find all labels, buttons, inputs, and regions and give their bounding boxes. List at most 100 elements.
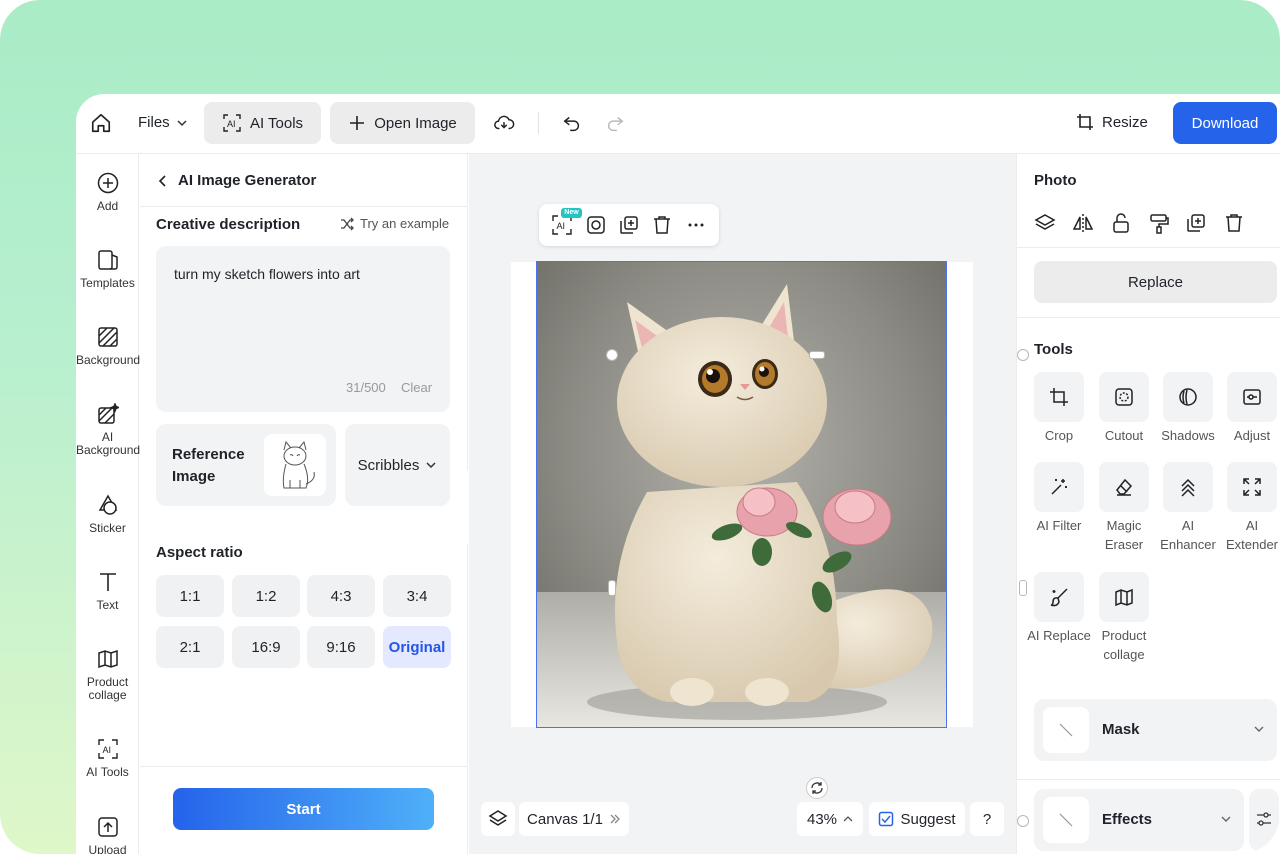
chevron-down-icon xyxy=(1254,726,1264,732)
text-icon xyxy=(99,573,116,591)
more-icon[interactable] xyxy=(685,214,707,236)
open-image-button[interactable]: Open Image xyxy=(330,102,475,144)
rail-label-ai-tools: AI Tools xyxy=(86,765,129,779)
rotate-icon xyxy=(811,782,823,794)
replace-button[interactable]: Replace xyxy=(1034,261,1277,303)
enhance-icon xyxy=(1181,478,1195,497)
mask-accordion[interactable]: Mask xyxy=(1034,699,1277,761)
ai-image-generator-panel: AI Image Generator Creative description … xyxy=(140,154,468,854)
rail-item-ai-background[interactable]: AI Background xyxy=(76,403,140,457)
layers-icon[interactable] xyxy=(1034,212,1056,234)
rail-label-sticker: Sticker xyxy=(89,521,126,535)
rail-label-product-collage: Product collage xyxy=(86,675,129,702)
tool-magic-eraser[interactable]: Magic Eraser xyxy=(1091,462,1157,554)
layers-button[interactable] xyxy=(481,802,515,836)
ratio-option[interactable]: 9:16 xyxy=(307,626,375,668)
rail-item-background[interactable]: Background xyxy=(76,326,140,367)
background-icon xyxy=(97,327,118,347)
tool-label: Product collage xyxy=(1101,628,1147,662)
rail-item-product-collage[interactable]: Product collage xyxy=(76,648,139,702)
home-icon[interactable] xyxy=(90,112,112,134)
rail-item-add[interactable]: Add xyxy=(76,172,139,213)
panel-back-button[interactable]: AI Image Generator xyxy=(158,172,316,189)
reference-thumbnail[interactable] xyxy=(264,434,326,496)
effects-accordion[interactable]: Effects xyxy=(1034,789,1244,851)
ratio-option[interactable]: 1:1 xyxy=(156,575,224,617)
tool-ai-extender[interactable]: AI Extender xyxy=(1219,462,1280,554)
product-collage-icon xyxy=(1115,588,1133,607)
tool-product-collage-box xyxy=(1099,572,1149,622)
start-button[interactable]: Start xyxy=(173,788,434,830)
tool-crop[interactable]: Crop xyxy=(1026,372,1092,445)
rotate-button[interactable] xyxy=(806,777,828,799)
unlock-icon[interactable] xyxy=(1110,212,1132,234)
tool-cutout[interactable]: Cutout xyxy=(1091,372,1157,445)
description-textarea[interactable]: turn my sketch flowers into art 31/500 C… xyxy=(156,246,450,412)
panel-footer-divider xyxy=(140,766,468,767)
duplicate-icon[interactable] xyxy=(1185,212,1207,234)
ai-tools-button[interactable]: AI AI Tools xyxy=(204,102,321,144)
trash-icon[interactable] xyxy=(651,214,673,236)
ratio-option[interactable]: 16:9 xyxy=(232,626,300,668)
rail-item-ai-tools[interactable]: AI AI Tools xyxy=(76,738,139,779)
rail-item-upload[interactable]: Upload xyxy=(76,816,139,854)
scribbles-dropdown[interactable]: Scribbles xyxy=(345,424,450,506)
reference-image-picker[interactable]: Reference Image xyxy=(156,424,336,506)
description-text[interactable]: turn my sketch flowers into art xyxy=(174,266,360,282)
ratio-option[interactable]: 2:1 xyxy=(156,626,224,668)
resize-button[interactable]: Resize xyxy=(1076,113,1148,131)
svg-text:AI: AI xyxy=(102,745,111,755)
trash-icon[interactable] xyxy=(1223,212,1245,234)
rail-label-text: Text xyxy=(96,598,119,612)
ratio-option[interactable]: 3:4 xyxy=(383,575,451,617)
tool-adjust[interactable]: Adjust xyxy=(1219,372,1280,445)
flip-icon[interactable] xyxy=(1072,212,1094,234)
resize-handle-top[interactable] xyxy=(809,351,825,359)
ratio-option-selected[interactable]: Original xyxy=(383,626,451,668)
rail-item-text[interactable]: Text xyxy=(76,571,139,612)
tool-product-collage[interactable]: Product collage xyxy=(1091,572,1157,664)
help-button[interactable]: ? xyxy=(970,802,1004,836)
ai-tools-icon: AI xyxy=(97,739,118,759)
upload-icon xyxy=(97,817,118,837)
download-button[interactable]: Download xyxy=(1173,102,1277,144)
suggest-icon xyxy=(879,811,894,827)
zoom-dropdown[interactable]: 43% xyxy=(797,802,863,836)
ai-background-icon xyxy=(97,403,119,424)
effects-label: Effects xyxy=(1102,811,1153,828)
duplicate-icon[interactable] xyxy=(618,214,640,236)
suggest-label: Suggest xyxy=(900,810,956,828)
clear-button[interactable]: Clear xyxy=(401,380,432,395)
ratio-option[interactable]: 4:3 xyxy=(307,575,375,617)
redo-icon[interactable] xyxy=(604,112,626,134)
effects-settings-button[interactable] xyxy=(1249,789,1279,851)
properties-panel: Photo Replace Tools Crop Cutout Shadows … xyxy=(1016,154,1280,854)
tool-ai-enhancer[interactable]: AI Enhancer xyxy=(1155,462,1221,554)
tool-cutout-box xyxy=(1099,372,1149,422)
plus-icon xyxy=(350,116,365,130)
chevron-down-icon xyxy=(426,462,436,469)
canvas-pages-button[interactable]: Canvas 1/1 xyxy=(519,802,629,836)
rail-item-sticker[interactable]: Sticker xyxy=(76,494,139,535)
ratio-option[interactable]: 1:2 xyxy=(232,575,300,617)
tool-shadows[interactable]: Shadows xyxy=(1155,372,1221,445)
rail-item-templates[interactable]: Templates xyxy=(76,249,139,290)
files-menu[interactable]: Files xyxy=(138,114,188,131)
start-label: Start xyxy=(286,800,321,818)
templates-icon xyxy=(97,250,118,270)
tool-ai-filter[interactable]: AI Filter xyxy=(1026,462,1092,535)
cutout-icon[interactable] xyxy=(585,214,607,236)
tool-shadows-box xyxy=(1163,372,1213,422)
try-example-link[interactable]: Try an example xyxy=(340,216,449,231)
suggest-button[interactable]: Suggest xyxy=(869,802,965,836)
panel-title: AI Image Generator xyxy=(178,172,317,189)
tool-ai-enhancer-box xyxy=(1163,462,1213,512)
selected-image[interactable] xyxy=(536,261,947,728)
resize-handle-top-left[interactable] xyxy=(606,349,618,361)
undo-icon[interactable] xyxy=(561,112,583,134)
paint-roller-icon[interactable] xyxy=(1148,212,1170,234)
tool-ai-replace[interactable]: AI Replace xyxy=(1026,572,1092,645)
resize-handle-left[interactable] xyxy=(608,580,616,596)
ai-icon: AI xyxy=(223,114,241,132)
cloud-sync-icon[interactable] xyxy=(493,112,515,134)
